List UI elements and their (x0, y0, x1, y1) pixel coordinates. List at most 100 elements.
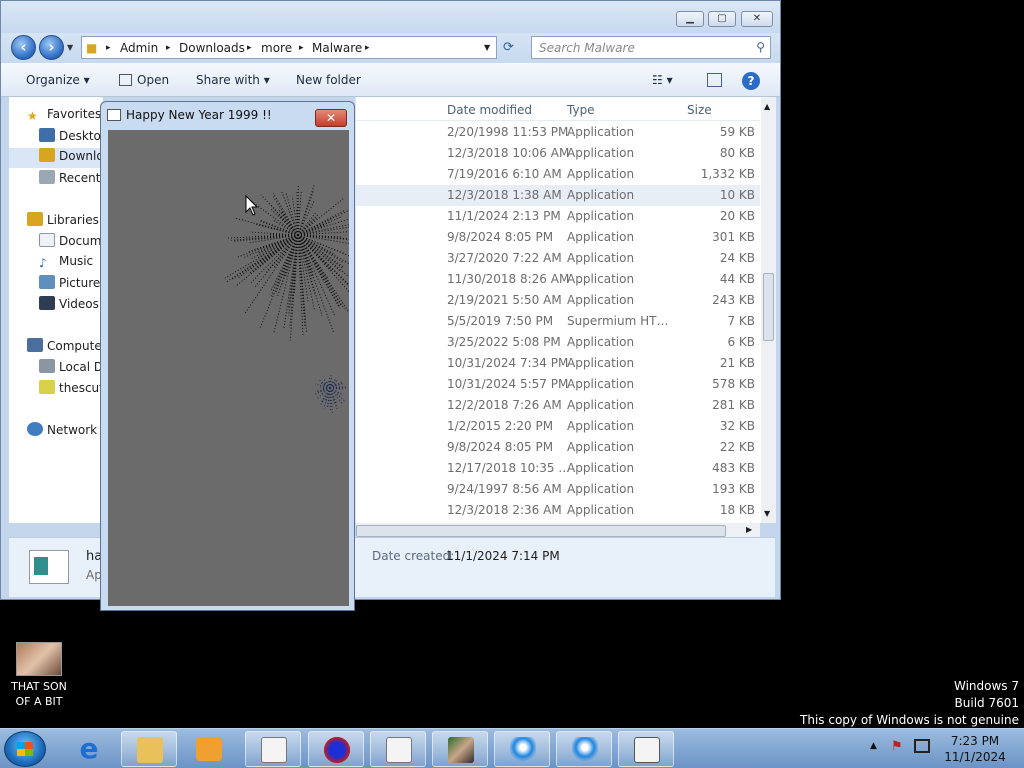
table-row[interactable]: 9/8/2024 8:05 PM Application 22 KB (356, 437, 760, 458)
back-icon[interactable]: ‹ (11, 35, 36, 60)
organize-button[interactable]: Organize ▾ (26, 73, 90, 87)
firework-burst (314, 375, 347, 413)
taskbar-notepad-1[interactable] (245, 731, 301, 767)
cell-size: 483 KB (712, 461, 755, 475)
table-row[interactable]: 2/20/1998 11:53 PM Application 59 KB (356, 122, 760, 143)
new-folder-button[interactable]: New folder (296, 73, 361, 87)
action-center-icon[interactable]: ⚑ (891, 739, 903, 754)
table-row[interactable]: 9/8/2024 8:05 PM Application 301 KB (356, 227, 760, 248)
scroll-up-icon[interactable]: ▲ (764, 102, 770, 111)
popup-close-button[interactable]: ✕ (315, 109, 347, 127)
table-row[interactable]: 12/3/2018 10:06 AM Application 80 KB (356, 143, 760, 164)
cell-size: 281 KB (712, 398, 755, 412)
table-row[interactable]: 5/5/2019 7:50 PM Supermium HTM... 7 KB (356, 311, 760, 332)
breadcrumb-downloads[interactable]: Downloads (179, 41, 245, 55)
table-row[interactable]: 3/25/2022 5:08 PM Application 6 KB (356, 332, 760, 353)
preview-pane-icon[interactable] (707, 73, 722, 87)
scroll-right-icon[interactable]: ▶ (746, 525, 752, 534)
chevron-right-icon: ▸ (166, 43, 171, 53)
close-button[interactable]: ✕ (741, 11, 773, 27)
table-row[interactable]: 12/2/2018 7:26 AM Application 281 KB (356, 395, 760, 416)
details-date-created-label: Date created: (372, 549, 455, 563)
hscroll-thumb[interactable] (356, 525, 726, 537)
forward-icon[interactable]: › (39, 35, 64, 60)
downloads-folder-icon (39, 148, 55, 162)
refresh-icon[interactable]: ⟳ (503, 40, 514, 55)
table-row[interactable]: 12/17/2018 10:35 ... Application 483 KB (356, 458, 760, 479)
table-row[interactable]: 12/3/2018 2:36 AM Application 18 KB (356, 500, 760, 521)
cell-type: Application (567, 167, 635, 181)
clock[interactable]: 7:23 PM 11/1/2024 (936, 733, 1014, 767)
taskbar-happy-new-year[interactable] (618, 731, 674, 767)
start-button[interactable] (4, 731, 46, 767)
popup-titlebar[interactable]: Happy New Year 1999 !! (107, 108, 337, 130)
address-bar[interactable]: ■ ▸ Admin ▸ Downloads ▸ more ▸ Malware ▸… (81, 36, 497, 59)
cell-date: 11/1/2024 2:13 PM (447, 209, 561, 223)
help-icon[interactable]: ? (742, 72, 760, 90)
taskbar-notepad-2[interactable] (370, 731, 426, 767)
internet-explorer-icon[interactable]: e (72, 733, 106, 765)
share-with-button[interactable]: Share with ▾ (196, 73, 270, 87)
table-row[interactable]: 10/31/2024 7:34 PM Application 21 KB (356, 353, 760, 374)
nav-label: Videos (59, 297, 99, 311)
cell-type: Application (567, 419, 635, 433)
cell-type: Application (567, 125, 635, 139)
nav-downloads[interactable]: Downloads (9, 148, 103, 168)
taskbar-photo-app[interactable] (432, 731, 488, 767)
minimize-button[interactable]: ▁ (676, 11, 704, 27)
nav-label: Downloads (59, 149, 103, 163)
cell-size: 18 KB (719, 503, 755, 517)
column-size[interactable]: Size (687, 103, 712, 117)
cell-size: 6 KB (727, 335, 755, 349)
breadcrumb-more[interactable]: more (261, 41, 292, 55)
table-row[interactable]: 12/3/2018 1:38 AM Application 10 KB (356, 185, 760, 206)
taskbar-virus-app[interactable] (308, 731, 364, 767)
table-row[interactable]: 11/1/2024 2:13 PM Application 20 KB (356, 206, 760, 227)
taskbar-explorer[interactable] (121, 731, 177, 767)
network-tray-icon[interactable] (914, 739, 930, 753)
network-icon (27, 422, 43, 436)
open-button[interactable]: Open (119, 73, 169, 87)
cell-type: Application (567, 461, 635, 475)
desktop-icon-that-son[interactable]: THAT SON OF A BIT (6, 642, 72, 716)
cell-date: 12/3/2018 2:36 AM (447, 503, 562, 517)
cell-size: 20 KB (719, 209, 755, 223)
taskbar-bird-app-1[interactable] (494, 731, 550, 767)
scroll-thumb[interactable] (763, 273, 774, 341)
chevron-right-icon: ▸ (299, 43, 304, 53)
clock-date: 11/1/2024 (944, 750, 1006, 764)
column-header: Date modified Type Size (356, 97, 760, 121)
recent-pages-icon[interactable]: ▼ (67, 43, 73, 52)
watermark-line: This copy of Windows is not genuine (800, 713, 1019, 727)
cell-type: Application (567, 272, 635, 286)
address-dropdown-icon[interactable]: ▼ (484, 43, 490, 52)
watermark-line: Windows 7 (953, 679, 1019, 693)
cell-type: Application (567, 230, 635, 244)
vertical-scrollbar[interactable]: ▲ ▼ (761, 97, 776, 523)
maximize-button[interactable]: ▢ (708, 11, 736, 27)
column-date-modified[interactable]: Date modified (447, 103, 532, 117)
taskbar-bird-app-2[interactable] (556, 731, 612, 767)
view-icon[interactable]: ☷ ▾ (652, 73, 673, 87)
media-player-icon[interactable] (196, 737, 222, 761)
table-row[interactable]: 11/30/2018 8:26 AM Application 44 KB (356, 269, 760, 290)
table-row[interactable]: 3/27/2020 7:22 AM Application 24 KB (356, 248, 760, 269)
table-row[interactable]: 7/19/2016 6:10 AM Application 1,332 KB (356, 164, 760, 185)
cell-date: 1/2/2015 2:20 PM (447, 419, 554, 433)
table-row[interactable]: 10/31/2024 5:57 PM Application 578 KB (356, 374, 760, 395)
scroll-down-icon[interactable]: ▼ (764, 509, 770, 518)
search-input[interactable]: Search Malware ⚲ (531, 36, 771, 59)
table-row[interactable]: 2/19/2021 5:50 AM Application 243 KB (356, 290, 760, 311)
nav-label: Computer (47, 339, 107, 353)
breadcrumb-malware[interactable]: Malware (312, 41, 362, 55)
cell-size: 10 KB (719, 188, 755, 202)
table-row[interactable]: 1/2/2015 2:20 PM Application 32 KB (356, 416, 760, 437)
column-type[interactable]: Type (567, 103, 595, 117)
search-icon[interactable]: ⚲ (756, 40, 765, 54)
navigation-row: ‹ › ▼ ■ ▸ Admin ▸ Downloads ▸ more ▸ Mal… (1, 33, 780, 63)
breadcrumb-admin[interactable]: Admin (120, 41, 158, 55)
explorer-titlebar[interactable]: ▁ ▢ ✕ (1, 1, 780, 33)
show-hidden-icons-icon[interactable]: ▲ (870, 741, 877, 751)
table-row[interactable]: 9/24/1997 8:56 AM Application 193 KB (356, 479, 760, 500)
fireworks-graphic (224, 183, 349, 413)
